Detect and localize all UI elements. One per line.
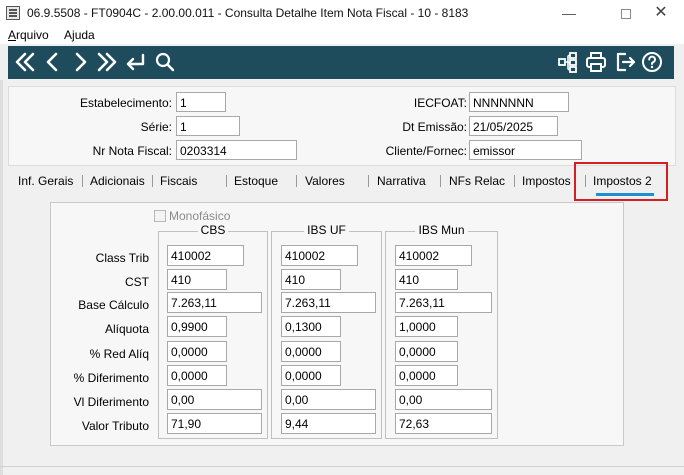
ibs-mun-aliquota-field[interactable]: 1,0000: [395, 316, 458, 337]
tab-separator: [82, 175, 83, 187]
ibs-uf-red-aliq-field[interactable]: 0,0000: [281, 341, 341, 362]
ibs-mun-title-text: IBS Mun: [415, 223, 468, 237]
dt-emissao-label: Dt Emissão:: [402, 120, 467, 134]
iecfoat-field[interactable]: NNNNNNN: [469, 92, 569, 112]
cbs-base-calculo-field[interactable]: 7.263,11: [167, 292, 262, 313]
ibs-mun-red-aliq-field[interactable]: 0,0000: [395, 341, 458, 362]
tab-separator: [226, 175, 227, 187]
ibs-uf-vl-diferimento-field[interactable]: 0,00: [281, 389, 376, 410]
estabelecimento-field[interactable]: 1: [176, 92, 226, 112]
toolbar: [8, 46, 674, 79]
exit-icon[interactable]: [613, 50, 637, 74]
ibs-mun-base-calculo-field[interactable]: 7.263,11: [395, 292, 492, 313]
first-record-icon[interactable]: [13, 50, 37, 74]
last-record-icon[interactable]: [95, 50, 119, 74]
vl-diferimento-label: Vl Diferimento: [73, 395, 149, 409]
window-left-edge: [0, 80, 3, 475]
class-trib-label: Class Trib: [95, 251, 149, 265]
nr-nota-fiscal-label: Nr Nota Fiscal:: [92, 144, 172, 158]
aliquota-label: Alíquota: [104, 322, 149, 336]
ibs-uf-base-calculo-field[interactable]: 7.263,11: [281, 292, 376, 313]
tab-valores[interactable]: Valores: [305, 174, 345, 188]
tab-separator: [514, 175, 515, 187]
menu-ajuda[interactable]: Ajuda: [64, 28, 95, 42]
nr-nota-fiscal-field[interactable]: 0203314: [176, 140, 297, 160]
ibs-mun-diferimento-field[interactable]: 0,0000: [395, 365, 458, 386]
ibs-uf-group-title: IBS UF: [272, 223, 381, 237]
minimize-button[interactable]: —: [546, 0, 592, 26]
tab-estoque[interactable]: Estoque: [234, 174, 278, 188]
tab-inf-gerais[interactable]: Inf. Gerais: [18, 174, 73, 188]
menu-arquivo-label: rquivo: [16, 28, 49, 42]
monofasico-label: Monofásico: [169, 209, 231, 223]
ibs-uf-class-trib-field[interactable]: 410002: [281, 245, 358, 266]
monofasico-checkbox[interactable]: Monofásico: [154, 209, 230, 223]
status-divider: [0, 466, 684, 467]
menu-bar: Arquivo Ajuda: [0, 26, 684, 44]
tab-separator: [152, 175, 153, 187]
return-icon[interactable]: [123, 50, 147, 74]
ibs-mun-group-title: IBS Mun: [386, 223, 497, 237]
serie-field[interactable]: 1: [176, 116, 240, 136]
tab-separator: [368, 175, 369, 187]
iecfoat-label: IECFOAT:: [413, 96, 467, 110]
help-icon[interactable]: [640, 50, 664, 74]
base-calculo-label: Base Cálculo: [78, 298, 149, 312]
ibs-mun-cst-field[interactable]: 410: [395, 269, 458, 290]
ibs-mun-class-trib-field[interactable]: 410002: [395, 245, 472, 266]
next-record-icon[interactable]: [68, 50, 92, 74]
tab-separator: [296, 175, 297, 187]
print-icon[interactable]: [584, 50, 608, 74]
cbs-vl-diferimento-field[interactable]: 0,00: [167, 389, 262, 410]
cbs-group-title: CBS: [159, 223, 267, 237]
menu-ajuda-label: uda: [74, 28, 95, 42]
app-icon: [6, 6, 20, 20]
maximize-icon: [621, 9, 631, 20]
highlight-annotation: [574, 162, 668, 201]
menu-arquivo[interactable]: Arquivo: [8, 28, 49, 42]
menu-arquivo-mnemonic: A: [8, 28, 17, 42]
cbs-red-aliq-field[interactable]: 0,0000: [167, 341, 227, 362]
cliente-fornec-label: Cliente/Fornec:: [385, 144, 467, 158]
ibs-uf-valor-tributo-field[interactable]: 9,44: [281, 413, 376, 434]
window-title: 06.9.5508 - FT0904C - 2.00.00.011 - Cons…: [27, 6, 469, 20]
checkbox-icon: [154, 210, 166, 222]
dt-emissao-field[interactable]: 21/05/2025: [469, 116, 558, 136]
cbs-cst-field[interactable]: 410: [167, 269, 227, 290]
tab-fiscais[interactable]: Fiscais: [160, 174, 197, 188]
cbs-class-trib-field[interactable]: 410002: [167, 245, 244, 266]
valor-tributo-label: Valor Tributo: [81, 419, 149, 433]
menu-ajuda-prefix: A: [64, 28, 73, 42]
red-aliq-label: % Red Alíq: [89, 347, 149, 361]
diferimento-label: % Diferimento: [73, 371, 149, 385]
title-bar: 06.9.5508 - FT0904C - 2.00.00.011 - Cons…: [0, 0, 684, 26]
cbs-title-text: CBS: [197, 223, 229, 237]
previous-record-icon[interactable]: [41, 50, 65, 74]
tab-adicionais[interactable]: Adicionais: [90, 174, 145, 188]
cbs-aliquota-field[interactable]: 0,9900: [167, 316, 227, 337]
cliente-fornec-field[interactable]: emissor: [469, 140, 582, 160]
tab-nfs-relac[interactable]: NFs Relac: [449, 174, 505, 188]
ibs-mun-vl-diferimento-field[interactable]: 0,00: [395, 389, 492, 410]
ibs-mun-valor-tributo-field[interactable]: 72,63: [395, 413, 492, 434]
tab-separator: [440, 175, 441, 187]
search-icon[interactable]: [153, 50, 177, 74]
tab-narrativa[interactable]: Narrativa: [377, 174, 426, 188]
cbs-diferimento-field[interactable]: 0,0000: [167, 365, 227, 386]
hierarchy-icon[interactable]: [556, 50, 580, 74]
ibs-uf-title-text: IBS UF: [304, 223, 349, 237]
close-button[interactable]: ✕: [638, 0, 684, 26]
ibs-uf-diferimento-field[interactable]: 0,0000: [281, 365, 341, 386]
serie-label: Série:: [140, 120, 172, 134]
ibs-uf-aliquota-field[interactable]: 0,1300: [281, 316, 341, 337]
ibs-uf-cst-field[interactable]: 410: [281, 269, 341, 290]
estabelecimento-label: Estabelecimento:: [79, 96, 172, 110]
cbs-valor-tributo-field[interactable]: 71,90: [167, 413, 262, 434]
cst-label: CST: [125, 275, 149, 289]
tab-impostos[interactable]: Impostos: [522, 174, 571, 188]
